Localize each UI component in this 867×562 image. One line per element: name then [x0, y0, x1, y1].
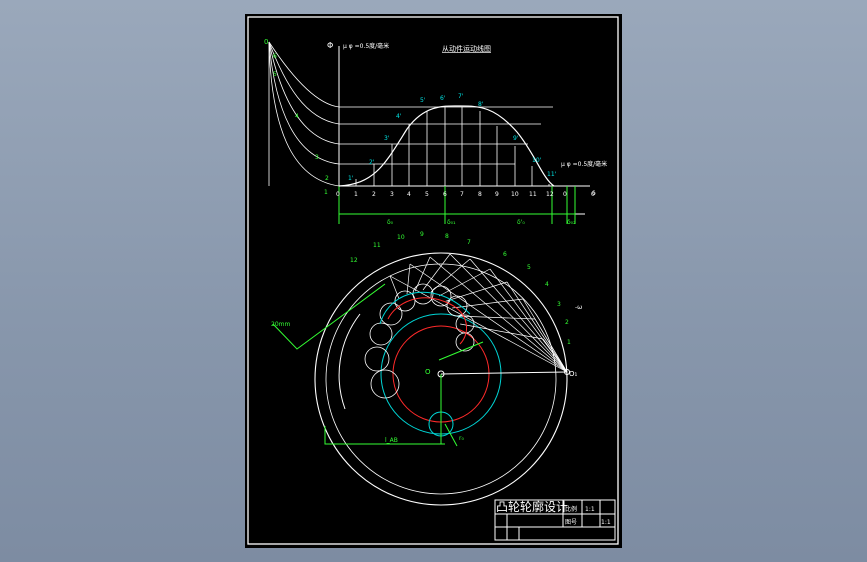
left-label-5: 5 [273, 71, 277, 78]
label-lab: l_AB [385, 437, 398, 444]
circle-division-label: 10 [397, 234, 405, 241]
drawing-sheet: 凸轮轮廓设计 比例 1:1 图号 1:1 从动件运动线图 μ φ =0.5度/毫… [245, 14, 622, 548]
scale-right: μ φ =0.5度/毫米 [561, 160, 607, 168]
x-tick-label: 4 [407, 191, 411, 198]
cam-profile: 20mm l_AB O O₁ r₀ -ω 12 11 10 9 8 7 6 5 4 3 2 1 [271, 231, 582, 506]
curve-point-label: 7' [458, 93, 464, 100]
curve-point-label: 3' [384, 135, 390, 142]
x-tick-label: 0 [591, 191, 595, 198]
circle-division-label: 8 [445, 233, 449, 240]
title-cell-1: 比例 [565, 505, 577, 513]
x-tick-label: 6 [443, 191, 447, 198]
phase-label-4: δ₀₂ [567, 219, 576, 226]
title-cell-2: 1:1 [585, 506, 595, 513]
displacement-curve [338, 105, 555, 187]
circle-division-label: 12 [350, 257, 358, 264]
x-tick-label: 7 [460, 191, 464, 198]
curve-point-label: 8' [478, 101, 484, 108]
svg-text:0: 0 [264, 38, 268, 46]
phase-label-2: δ₀₁ [447, 219, 456, 226]
x-tick-label: 2 [372, 191, 376, 198]
x-tick-label: 8 [478, 191, 482, 198]
circle-division-label: 4 [545, 281, 549, 288]
motion-graph: 从动件运动线图 μ φ =0.5度/毫米 Φ μ φ =0.5度/毫米 δ δ₀… [264, 38, 607, 226]
graph-title: 从动件运动线图 [442, 44, 491, 53]
label-o1: O₁ [569, 370, 578, 378]
cam-profile-drawing: 凸轮轮廓设计 比例 1:1 图号 1:1 从动件运动线图 μ φ =0.5度/毫… [247, 16, 619, 545]
curve-point-label: 10' [532, 157, 542, 164]
circle-division-label: 7 [467, 239, 471, 246]
drawing-border [247, 16, 619, 545]
left-label-4: 4 [295, 113, 299, 120]
x-tick-label: 11 [529, 191, 537, 198]
title-cell-3: 图号 [565, 519, 577, 526]
title-block-title: 凸轮轮廓设计 [496, 499, 568, 514]
title-cell-4: 1:1 [601, 519, 611, 526]
phase-label-3: δ'₀ [517, 219, 525, 226]
circle-division-label: 1 [567, 339, 571, 346]
left-label-6: 6 [273, 53, 277, 60]
x-tick-label: 5 [425, 191, 429, 198]
left-label-3: 3 [315, 154, 319, 161]
curve-point-label: 9' [513, 135, 519, 142]
label-omega: -ω [575, 304, 582, 311]
circle-division-label: 5 [527, 264, 531, 271]
circle-division-label: 9 [420, 231, 424, 238]
x-tick-label: 0 [336, 191, 340, 198]
curve-point-label: 1' [348, 175, 354, 182]
x-tick-label: 9 [495, 191, 499, 198]
title-block: 凸轮轮廓设计 比例 1:1 图号 1:1 [494, 499, 616, 541]
x-tick-label: 1 [354, 191, 358, 198]
scale-top: μ φ =0.5度/毫米 [343, 42, 389, 50]
label-r0: r₀ [459, 435, 464, 442]
label-o: O [425, 368, 431, 376]
circle-division-label: 2 [565, 319, 569, 326]
curve-point-label: 4' [396, 113, 402, 120]
circle-division-label: 6 [503, 251, 507, 258]
circle-division-label: 3 [557, 301, 561, 308]
x-tick-label: 10 [511, 191, 519, 198]
curve-point-label: 2' [369, 159, 375, 166]
x-tick-label: 12 [546, 191, 554, 198]
curve-point-label: 5' [420, 97, 426, 104]
curve-point-label: 6' [440, 95, 446, 102]
scale-bar-label: 20mm [271, 321, 290, 328]
x-tick-label: 3 [390, 191, 394, 198]
left-label-1: 1 [324, 189, 328, 196]
x-tick-label: 0 [563, 191, 567, 198]
phase-label-1: δ₀ [387, 219, 394, 226]
axis-symbol: Φ [327, 41, 333, 50]
circle-division-label: 11 [373, 242, 381, 249]
curve-point-label: 11' [547, 171, 557, 178]
left-label-2: 2 [325, 175, 329, 182]
